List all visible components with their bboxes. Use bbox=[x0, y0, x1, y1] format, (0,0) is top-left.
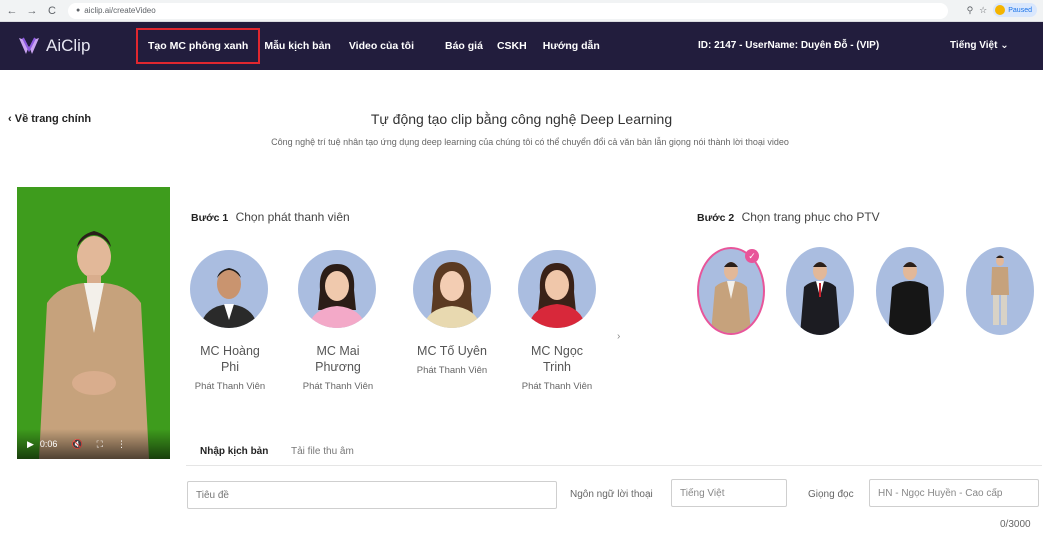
speech-language-select[interactable]: Tiếng Việt bbox=[671, 479, 787, 507]
step2-label: Bước 2 bbox=[697, 212, 735, 224]
outfit-option[interactable] bbox=[786, 247, 854, 335]
nav-item-create-green-mc[interactable]: Tạo MC phông xanh bbox=[136, 28, 261, 64]
forward-arrow-icon[interactable]: → bbox=[24, 3, 40, 19]
language-selector[interactable]: Tiếng Việt ⌄ bbox=[950, 40, 1009, 51]
page-subtitle: Công nghệ trí tuệ nhân tạo ứng dụng deep… bbox=[271, 137, 789, 147]
tab-enter-script[interactable]: Nhập kịch bản bbox=[200, 446, 268, 457]
title-input[interactable] bbox=[187, 481, 557, 509]
mc-avatar bbox=[190, 250, 268, 328]
lock-icon: ● bbox=[76, 7, 81, 14]
profile-status: Paused bbox=[1008, 6, 1032, 14]
speech-language-value: Tiếng Việt bbox=[680, 487, 725, 499]
step2-title: Chọn trang phục cho PTV bbox=[741, 210, 880, 224]
mc-name-line2: Trinh bbox=[542, 360, 571, 374]
character-counter: 0/3000 bbox=[1000, 519, 1031, 530]
mc-role: Phát Thanh Viên bbox=[194, 381, 266, 392]
play-icon[interactable]: ▶ bbox=[27, 439, 34, 450]
mc-name-line1: MC Hoàng bbox=[200, 344, 260, 358]
mc-role: Phát Thanh Viên bbox=[416, 365, 488, 376]
nav-item-pricing[interactable]: Báo giá bbox=[445, 40, 483, 52]
voice-value: HN - Ngọc Huyền - Cao cấp bbox=[878, 487, 1003, 499]
address-bar[interactable]: ● aiclip.ai/createVideo bbox=[68, 2, 948, 19]
mc-avatar bbox=[298, 250, 376, 328]
voice-field-label: Giọng đọc bbox=[808, 489, 854, 500]
mc-card[interactable]: MC Hoàng Phi Phát Thanh Viên bbox=[190, 250, 270, 392]
presenter-image bbox=[39, 231, 149, 459]
nav-item-script-templates[interactable]: Mẫu kịch bản bbox=[264, 40, 331, 52]
language-label: Tiếng Việt bbox=[950, 40, 998, 51]
mc-card[interactable]: MC Tố Uyên Phát Thanh Viên bbox=[406, 250, 498, 376]
logo-icon bbox=[19, 37, 39, 54]
outfit-option[interactable] bbox=[966, 247, 1034, 335]
back-arrow-icon[interactable]: ← bbox=[4, 3, 20, 19]
mc-card[interactable]: MC Ngọc Trinh Phát Thanh Viên bbox=[514, 250, 600, 392]
user-info: ID: 2147 - UserName: Duyên Đỗ - (VIP) bbox=[698, 40, 880, 51]
mc-role: Phát Thanh Viên bbox=[521, 381, 593, 392]
language-field-label: Ngôn ngữ lời thoại bbox=[570, 489, 653, 500]
mc-role: Phát Thanh Viên bbox=[302, 381, 374, 392]
chevron-down-icon: ⌄ bbox=[1000, 40, 1009, 51]
profile-button[interactable]: Paused bbox=[993, 3, 1037, 17]
input-mode-tabs: Nhập kịch bản Tải file thu âm bbox=[186, 436, 1042, 466]
voice-select[interactable]: HN - Ngọc Huyền - Cao cấp bbox=[869, 479, 1039, 507]
mc-name: MC Tố Uyên bbox=[406, 343, 498, 359]
mc-card[interactable]: MC Mai Phương Phát Thanh Viên bbox=[298, 250, 378, 392]
mc-name-line2: Phi bbox=[220, 360, 240, 374]
mute-icon[interactable]: 🔇 bbox=[71, 439, 82, 450]
mc-avatar bbox=[518, 250, 596, 328]
url-text: aiclip.ai/createVideo bbox=[84, 6, 156, 15]
browser-toolbar: ← → C ● aiclip.ai/createVideo ⚲ ☆ Paused bbox=[0, 0, 1043, 22]
logo-text: AiClip bbox=[46, 36, 91, 55]
next-mc-arrow[interactable]: › bbox=[617, 331, 620, 342]
step1-header: Bước 1 Chọn phát thanh viên bbox=[191, 210, 350, 224]
mc-name: MC Ngọc Trinh bbox=[514, 343, 600, 375]
mc-avatar bbox=[413, 250, 491, 328]
step1-label: Bước 1 bbox=[191, 212, 229, 224]
mc-name-line1: MC Ngọc bbox=[530, 344, 584, 358]
mc-name: MC Hoàng Phi bbox=[190, 343, 270, 375]
step2-header: Bước 2 Chọn trang phục cho PTV bbox=[697, 210, 880, 224]
nav-item-guide[interactable]: Hướng dẫn bbox=[543, 40, 600, 52]
fullscreen-icon[interactable]: ⛶ bbox=[97, 439, 103, 450]
bookmark-star-icon[interactable]: ☆ bbox=[979, 5, 987, 16]
zoom-icon[interactable]: ⚲ bbox=[967, 5, 974, 16]
page-title: Tự động tạo clip bằng công nghệ Deep Lea… bbox=[370, 111, 673, 127]
mc-name-line1: MC Mai bbox=[316, 344, 360, 358]
video-time: 0:06 bbox=[39, 439, 58, 449]
logo[interactable]: AiClip bbox=[18, 36, 136, 56]
app-navbar: AiClip Tạo MC phông xanh Mẫu kịch bản Vi… bbox=[0, 22, 1043, 70]
nav-item-customer-care[interactable]: CSKH bbox=[497, 40, 527, 52]
outfit-option[interactable] bbox=[876, 247, 944, 335]
more-options-icon[interactable]: ⋮ bbox=[117, 439, 126, 450]
step1-title: Chọn phát thanh viên bbox=[235, 210, 350, 224]
video-preview[interactable]: ▶ 0:06 🔇 ⛶ ⋮ bbox=[17, 187, 170, 459]
mc-name: MC Mai Phương bbox=[298, 343, 378, 375]
nav-item-my-videos[interactable]: Video của tôi bbox=[349, 40, 414, 52]
tab-upload-audio[interactable]: Tải file thu âm bbox=[291, 446, 354, 457]
profile-avatar-icon bbox=[995, 5, 1006, 15]
mc-name-line1: MC Tố Uyên bbox=[417, 344, 487, 358]
reload-icon[interactable]: C bbox=[44, 3, 60, 19]
video-controls: ▶ 0:06 🔇 ⛶ ⋮ bbox=[17, 429, 170, 459]
selected-check-icon: ✓ bbox=[745, 249, 759, 263]
mc-name-line2: Phương bbox=[315, 360, 361, 374]
